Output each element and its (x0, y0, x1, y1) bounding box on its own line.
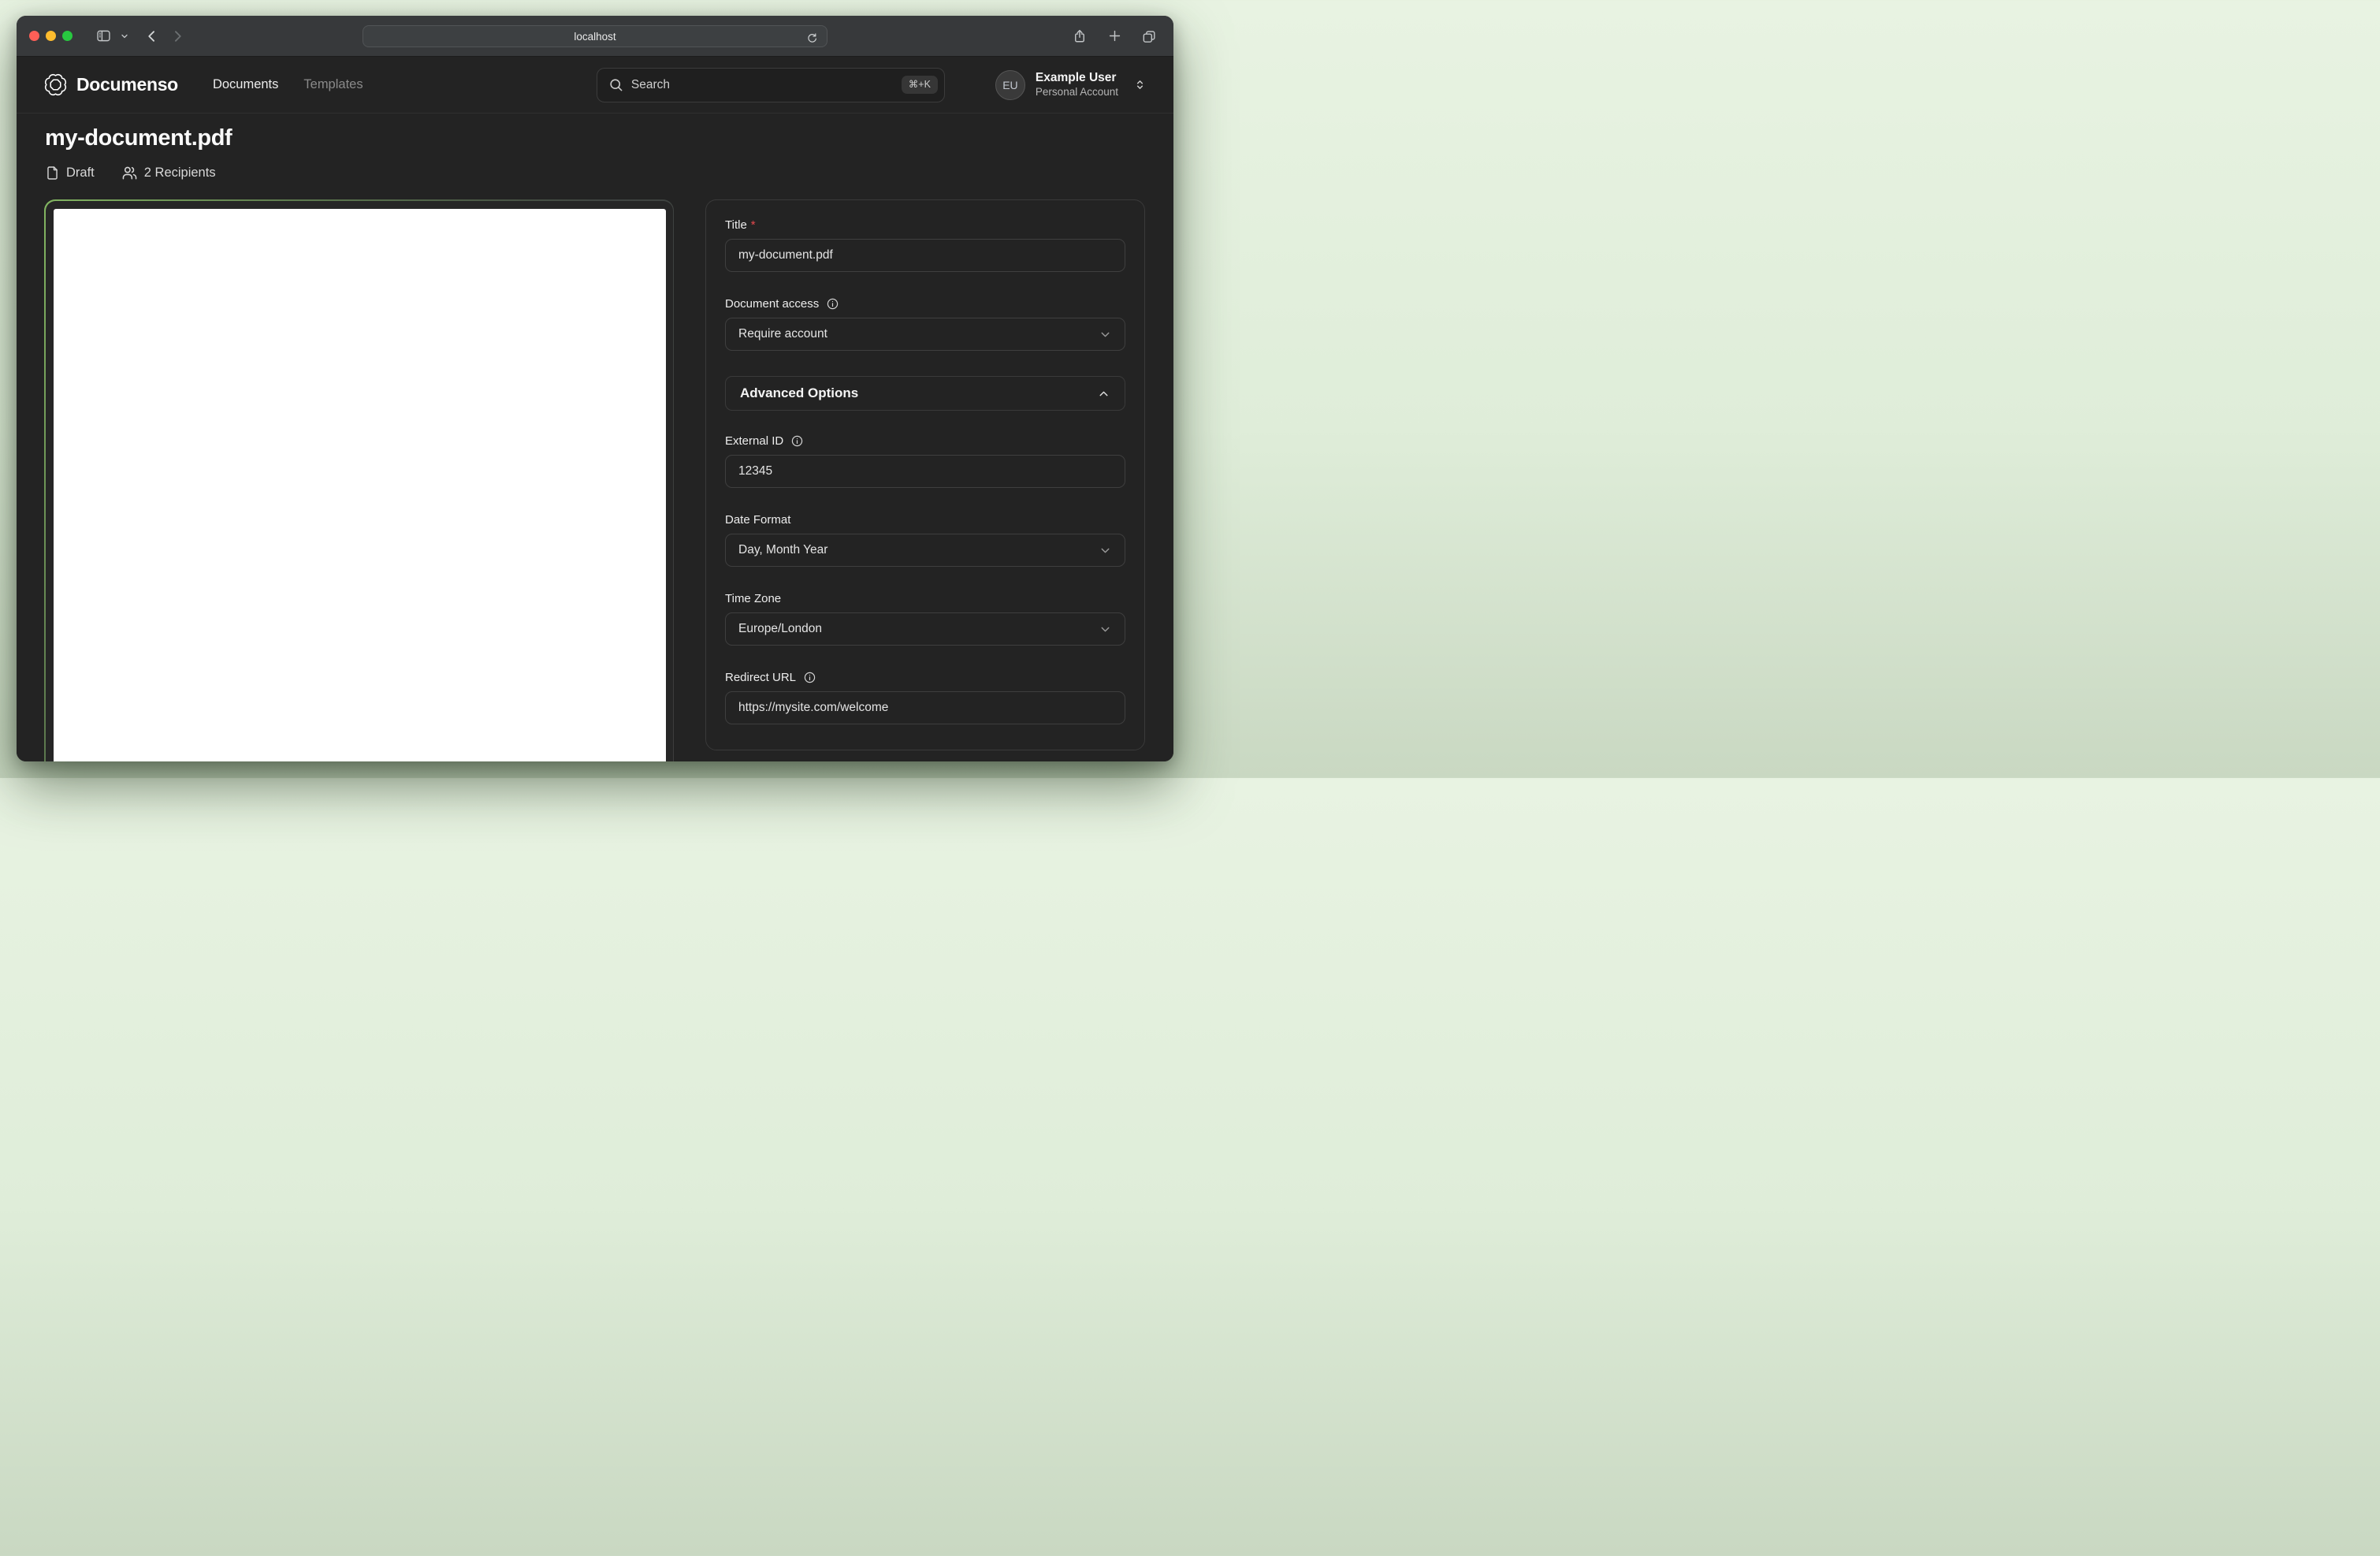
tabs-icon (1141, 28, 1157, 44)
brand[interactable]: Documenso (43, 73, 178, 97)
date-format-value: Day, Month Year (738, 543, 827, 557)
status-badge: Draft (45, 166, 95, 181)
chevrons-up-down-icon (1133, 78, 1147, 91)
minimize-window-button[interactable] (46, 31, 56, 41)
chevron-down-icon (120, 32, 129, 41)
time-zone-value: Europe/London (738, 622, 822, 636)
back-button[interactable] (140, 24, 164, 48)
app-header: Documenso Documents Templates ⌘+K EU Exa… (17, 57, 1173, 114)
tab-overview-button[interactable] (1137, 24, 1161, 48)
zoom-window-button[interactable] (62, 31, 73, 41)
share-icon (1072, 28, 1088, 44)
plus-icon (1107, 28, 1122, 43)
browser-window: localhost (17, 16, 1173, 761)
chevron-up-icon (1097, 387, 1110, 400)
users-icon (121, 165, 138, 181)
documenso-logo-icon (43, 73, 68, 97)
main-nav: Documents Templates (213, 77, 363, 92)
avatar: EU (995, 70, 1025, 100)
status-label: Draft (66, 166, 95, 181)
document-access-label: Document access (725, 297, 819, 311)
search-box[interactable]: ⌘+K (597, 68, 945, 102)
brand-name: Documenso (76, 74, 178, 95)
advanced-options-label: Advanced Options (740, 385, 858, 401)
date-format-label: Date Format (725, 513, 790, 527)
sidebar-icon (95, 28, 112, 44)
external-id-input[interactable] (725, 455, 1125, 488)
nav-item-templates[interactable]: Templates (303, 77, 363, 92)
pdf-page (54, 209, 666, 762)
recipients-badge: 2 Recipients (121, 165, 216, 181)
reload-icon (806, 32, 818, 44)
document-access-field-group: Document access Require account (725, 297, 1125, 351)
external-id-label: External ID (725, 434, 783, 448)
account-type: Personal Account (1036, 86, 1118, 99)
document-title-block: my-document.pdf Draft (17, 114, 1173, 181)
time-zone-select[interactable]: Europe/London (725, 612, 1125, 646)
traffic-lights (29, 31, 73, 41)
title-input[interactable] (725, 239, 1125, 272)
time-zone-field-group: Time Zone Europe/London (725, 592, 1125, 646)
redirect-url-input[interactable] (725, 691, 1125, 724)
address-bar-url: localhost (574, 31, 615, 43)
tab-group-chevron-button[interactable] (117, 24, 132, 48)
redirect-url-label: Redirect URL (725, 671, 796, 684)
title-field-group: Title * (725, 218, 1125, 272)
chevron-down-icon (1099, 623, 1112, 636)
new-tab-button[interactable] (1103, 24, 1126, 48)
address-bar[interactable]: localhost (363, 25, 827, 47)
info-icon[interactable] (826, 297, 839, 311)
account-name: Example User (1036, 70, 1118, 85)
app-content: Documenso Documents Templates ⌘+K EU Exa… (17, 57, 1173, 761)
search-input[interactable] (631, 78, 894, 92)
advanced-options-toggle[interactable]: Advanced Options (725, 376, 1125, 411)
search-icon (608, 77, 623, 92)
document-preview-frame (46, 201, 673, 762)
reload-button[interactable] (803, 29, 820, 47)
forward-button[interactable] (165, 24, 189, 48)
info-icon[interactable] (803, 671, 816, 684)
page-title: my-document.pdf (45, 125, 1145, 151)
account-menu[interactable]: EU Example User Personal Account (995, 70, 1147, 100)
browser-toolbar: localhost (17, 16, 1173, 57)
info-icon[interactable] (790, 434, 804, 448)
redirect-url-field-group: Redirect URL (725, 671, 1125, 724)
document-settings-panel: Title * Document access (705, 199, 1145, 750)
chevron-down-icon (1099, 544, 1112, 557)
required-asterisk: * (751, 218, 756, 232)
document-access-select[interactable]: Require account (725, 318, 1125, 351)
sidebar-toggle-button[interactable] (91, 24, 115, 48)
search-shortcut-badge: ⌘+K (902, 76, 938, 94)
share-button[interactable] (1068, 24, 1091, 48)
chevron-left-icon (144, 28, 160, 44)
document-access-value: Require account (738, 327, 827, 341)
time-zone-label: Time Zone (725, 592, 781, 605)
close-window-button[interactable] (29, 31, 39, 41)
external-id-field-group: External ID (725, 434, 1125, 488)
chevron-right-icon (169, 28, 185, 44)
chevron-down-icon (1099, 328, 1112, 341)
date-format-field-group: Date Format Day, Month Year (725, 513, 1125, 567)
recipients-label: 2 Recipients (144, 166, 216, 181)
title-field-label: Title (725, 218, 747, 232)
document-preview-card (44, 199, 674, 761)
date-format-select[interactable]: Day, Month Year (725, 534, 1125, 567)
file-icon (45, 166, 60, 181)
nav-item-documents[interactable]: Documents (213, 77, 278, 92)
